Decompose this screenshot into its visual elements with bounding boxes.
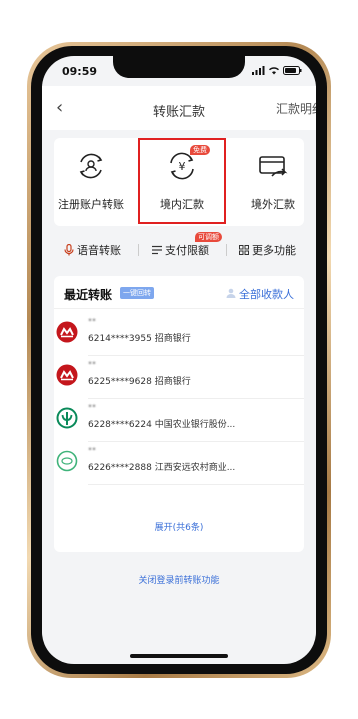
highlight-box [138, 138, 226, 224]
divider [54, 308, 304, 309]
phone-screen: 09:59 ‹ 转账汇款 汇款明细 注册账户转账 ¥ [42, 56, 316, 664]
abc-logo [56, 407, 78, 429]
quick-actions-bar: 语音转账 支付限额 可调额 更多功能 [42, 232, 316, 266]
rural-bank-logo [56, 450, 78, 472]
payment-limit-button[interactable]: 支付限额 [152, 242, 209, 258]
quick-action-label: 语音转账 [77, 244, 121, 257]
all-payees-link[interactable]: 全部收款人 [239, 286, 294, 302]
list-icon [152, 245, 162, 255]
payee-name: ** [88, 403, 96, 412]
notch [113, 56, 245, 78]
payee-account: 6228****6224 中国农业银行股份... [88, 420, 236, 430]
quick-action-label: 支付限额 [165, 244, 209, 257]
voice-transfer-button[interactable]: 语音转账 [64, 242, 121, 258]
recent-title: 最近转账 [64, 288, 113, 302]
status-time: 09:59 [62, 65, 98, 78]
overseas-remittance-button[interactable]: 境外汇款 [233, 148, 313, 212]
system-indicators [252, 66, 302, 75]
payee-name: ** [88, 317, 96, 326]
payee-account: 6226****2888 江西安远农村商业... [88, 463, 236, 473]
quick-action-label: 更多功能 [252, 244, 296, 257]
person-icon [226, 288, 236, 298]
home-indicator [130, 654, 228, 658]
registered-account-transfer-button[interactable]: 注册账户转账 [51, 148, 131, 212]
cmb-logo [56, 321, 78, 343]
disable-prelogin-transfer-link[interactable]: 关闭登录前转账功能 [42, 573, 316, 586]
divider [88, 484, 304, 485]
payee-name: ** [88, 446, 96, 455]
feature-label: 境外汇款 [251, 198, 295, 211]
recent-payee-row[interactable]: ** 6214****3955 招商银行 [54, 313, 304, 356]
one-click-reverse-tag[interactable]: 一键回转 [120, 287, 154, 299]
payee-account: 6214****3955 招商银行 [88, 334, 191, 344]
payee-account: 6225****9628 招商银行 [88, 377, 191, 387]
wifi-icon [269, 67, 279, 75]
expand-list-button[interactable]: 展开(共6条) [54, 520, 304, 533]
microphone-icon [64, 244, 74, 256]
feature-label: 注册账户转账 [58, 198, 124, 211]
more-features-button[interactable]: 更多功能 [239, 242, 296, 258]
page-title: 转账汇款 [152, 105, 205, 120]
payee-name: ** [88, 360, 96, 369]
battery-icon [283, 66, 302, 75]
recent-payee-row[interactable]: ** 6225****9628 招商银行 [54, 356, 304, 399]
recent-payee-row[interactable]: ** 6228****6224 中国农业银行股份... [54, 399, 304, 442]
divider [226, 244, 227, 256]
adjustable-badge: 可调额 [195, 232, 222, 242]
overseas-card-icon [259, 156, 288, 177]
signal-icon [252, 66, 265, 75]
grid-icon [239, 245, 249, 255]
recent-payee-row[interactable]: ** 6226****2888 江西安远农村商业... [54, 442, 304, 485]
cmb-logo [56, 364, 78, 386]
nav-bar: ‹ 转账汇款 汇款明细 [42, 86, 316, 130]
remittance-detail-link[interactable]: 汇款明细 [276, 100, 316, 117]
registered-account-icon [79, 153, 103, 179]
divider [138, 244, 139, 256]
